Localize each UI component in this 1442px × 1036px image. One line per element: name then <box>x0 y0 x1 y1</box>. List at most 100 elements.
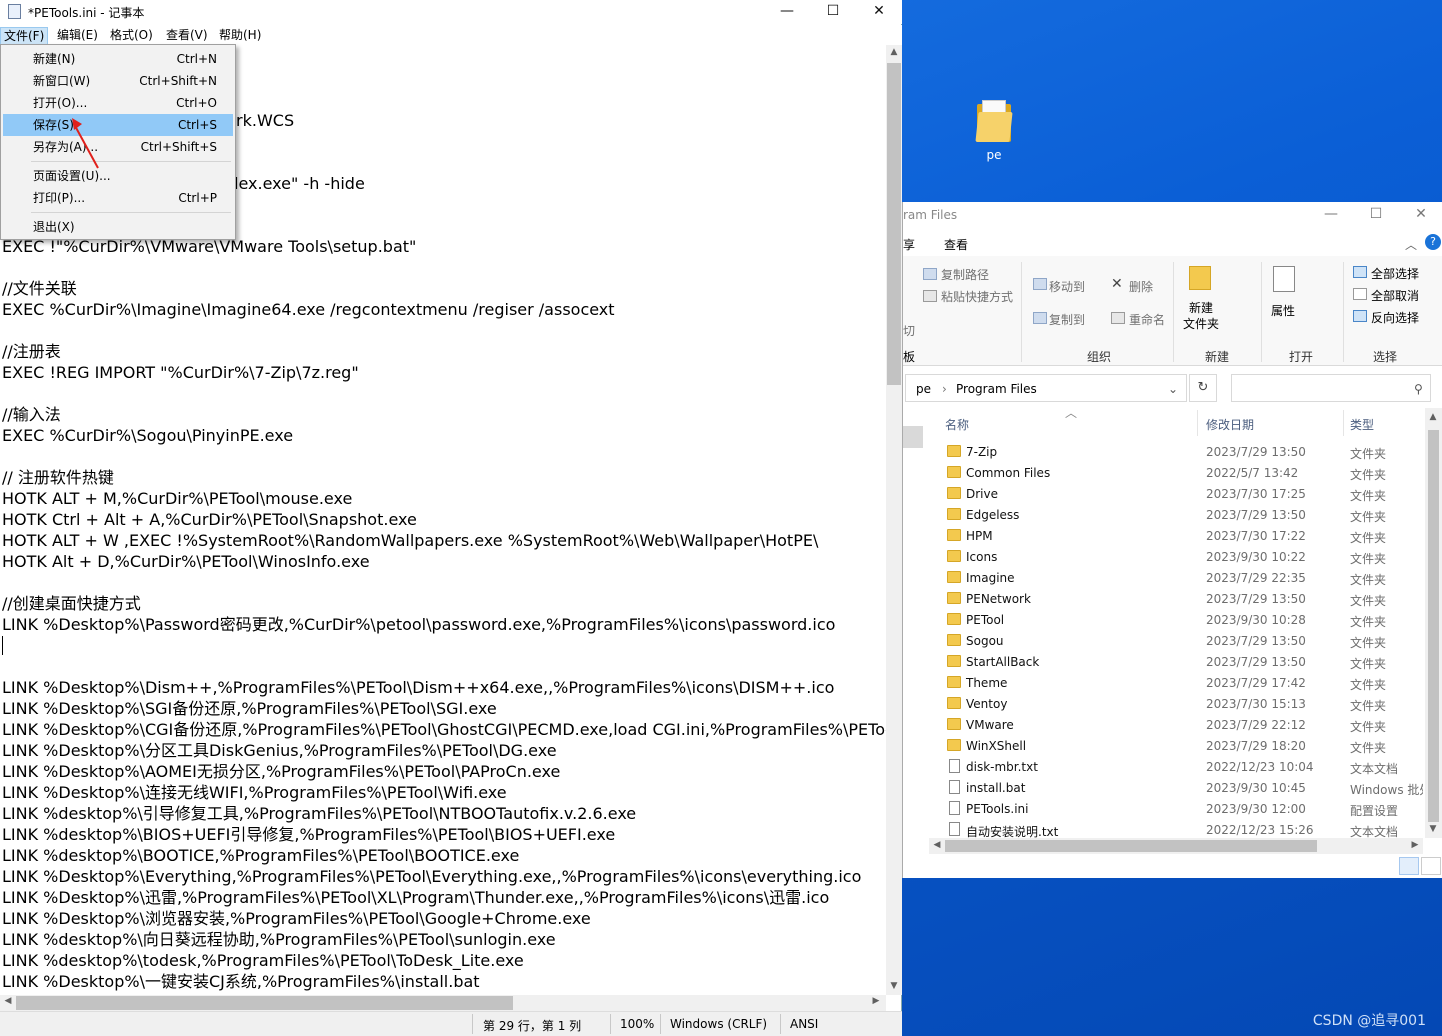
desktop-folder-pe[interactable]: pe <box>966 100 1022 162</box>
scroll-down-icon[interactable]: ▼ <box>886 981 902 991</box>
hscroll-thumb[interactable] <box>945 840 1317 852</box>
menu-view[interactable]: 查看(V) <box>163 27 211 45</box>
cut-button[interactable]: 切 <box>903 322 915 339</box>
file-row[interactable]: WinXShell 2023/7/29 18:20 文件夹 <box>933 736 1423 757</box>
file-row[interactable]: PETool 2023/9/30 10:28 文件夹 <box>933 610 1423 631</box>
file-list-hscrollbar[interactable]: ◀ ▶ <box>929 838 1423 854</box>
menu-file[interactable]: 文件(F) <box>0 27 49 45</box>
paste-shortcut-button[interactable]: 粘贴快捷方式 <box>941 288 1013 305</box>
copy-to-button[interactable]: 复制到 <box>1049 311 1085 328</box>
properties-button[interactable]: 属性 <box>1271 302 1295 319</box>
scroll-thumb[interactable] <box>1428 430 1439 822</box>
large-icons-view-icon[interactable] <box>1421 857 1441 875</box>
file-row[interactable]: disk-mbr.txt 2022/12/23 10:04 文本文档 <box>933 757 1423 778</box>
scroll-down-icon[interactable]: ▼ <box>1425 824 1441 834</box>
vertical-scrollbar[interactable]: ▲ ▼ <box>886 45 902 995</box>
file-row[interactable]: Drive 2023/7/30 17:25 文件夹 <box>933 484 1423 505</box>
menu-item-new[interactable]: 新建(N) Ctrl+N <box>3 48 233 70</box>
file-type: 文本文档 <box>1350 825 1399 838</box>
select-none-button[interactable]: 全部取消 <box>1371 287 1419 304</box>
file-type: Windows 批处 <box>1350 783 1423 797</box>
copy-path-button[interactable]: 复制路径 <box>941 266 989 283</box>
folder-icon <box>947 634 961 646</box>
folder-icon <box>947 445 961 457</box>
menu-edit[interactable]: 编辑(E) <box>54 27 101 45</box>
file-row[interactable]: Icons 2023/9/30 10:22 文件夹 <box>933 547 1423 568</box>
scroll-up-icon[interactable]: ▲ <box>1425 412 1441 422</box>
column-type[interactable]: 类型 <box>1350 416 1374 433</box>
file-row[interactable]: Ventoy 2023/7/30 15:13 文件夹 <box>933 694 1423 715</box>
hscroll-thumb[interactable] <box>16 996 513 1010</box>
file-name: Theme <box>966 676 1008 690</box>
refresh-button[interactable]: ↻ <box>1189 374 1217 402</box>
explorer-maximize-button[interactable]: ☐ <box>1356 206 1396 222</box>
file-name: PETool <box>966 613 1005 627</box>
invert-selection-button[interactable]: 反向选择 <box>1371 309 1419 326</box>
notepad-title-bar[interactable]: *PETools.ini - 记事本 — ☐ ✕ <box>0 0 902 24</box>
menu-item-new-window[interactable]: 新窗口(W) Ctrl+Shift+N <box>3 70 233 92</box>
explorer-title-bar[interactable]: ram Files — ☐ ✕ <box>903 202 1442 230</box>
rename-button[interactable]: 重命名 <box>1129 311 1165 328</box>
help-icon[interactable]: ? <box>1425 234 1441 250</box>
address-input[interactable]: pe › Program Files ⌄ <box>905 374 1187 402</box>
move-to-button[interactable]: 移动到 <box>1049 278 1085 295</box>
explorer-title: ram Files <box>903 208 958 222</box>
column-date[interactable]: 修改日期 <box>1206 416 1254 433</box>
maximize-button[interactable]: ☐ <box>810 0 856 24</box>
new-folder-button[interactable]: 新建 文件夹 <box>1183 300 1219 332</box>
file-row[interactable]: PENetwork 2023/7/29 13:50 文件夹 <box>933 589 1423 610</box>
scroll-up-icon[interactable]: ▲ <box>886 47 902 57</box>
nav-selected-item[interactable] <box>903 426 923 448</box>
minimize-button[interactable]: — <box>764 0 810 24</box>
status-zoom: 100% <box>620 1017 655 1031</box>
status-cursor-position: 第 29 行，第 1 列 <box>483 1019 582 1033</box>
file-row[interactable]: Imagine 2023/7/29 22:35 文件夹 <box>933 568 1423 589</box>
breadcrumb-pe[interactable]: pe <box>916 382 931 396</box>
explorer-close-button[interactable]: ✕ <box>1401 206 1441 222</box>
horizontal-scrollbar[interactable]: ◀ ▶ <box>0 995 886 1011</box>
file-row[interactable]: 自动安装说明.txt 2022/12/23 15:26 文本文档 <box>933 820 1423 838</box>
scroll-right-icon[interactable]: ▶ <box>1407 840 1423 850</box>
scroll-thumb[interactable] <box>887 63 901 385</box>
search-input[interactable]: ⚲ <box>1231 374 1431 402</box>
menu-format[interactable]: 格式(O) <box>107 27 156 45</box>
file-row[interactable]: StartAllBack 2023/7/29 13:50 文件夹 <box>933 652 1423 673</box>
file-row[interactable]: PETools.ini 2023/9/30 12:00 配置设置 <box>933 799 1423 820</box>
column-name[interactable]: 名称 <box>945 416 969 433</box>
close-button[interactable]: ✕ <box>856 0 902 24</box>
file-row[interactable]: Theme 2023/7/29 17:42 文件夹 <box>933 673 1423 694</box>
file-row[interactable]: VMware 2023/7/29 22:12 文件夹 <box>933 715 1423 736</box>
select-all-button[interactable]: 全部选择 <box>1371 265 1419 282</box>
explorer-minimize-button[interactable]: — <box>1311 206 1351 222</box>
file-row[interactable]: Common Files 2022/5/7 13:42 文件夹 <box>933 463 1423 484</box>
tab-view[interactable]: 查看 <box>944 236 968 253</box>
menu-help[interactable]: 帮助(H) <box>216 27 264 45</box>
file-row[interactable]: Edgeless 2023/7/29 13:50 文件夹 <box>933 505 1423 526</box>
file-row[interactable]: install.bat 2023/9/30 10:45 Windows 批处 <box>933 778 1423 799</box>
menu-item-exit[interactable]: 退出(X) <box>3 216 233 238</box>
navigation-pane[interactable] <box>903 408 927 838</box>
file-list-vscrollbar[interactable]: ▲ ▼ <box>1425 408 1442 838</box>
menu-item-save-as[interactable]: 另存为(A)... Ctrl+Shift+S <box>3 136 233 158</box>
delete-button[interactable]: 删除 <box>1129 278 1153 295</box>
details-view-icon[interactable] <box>1399 857 1419 875</box>
menu-item-open[interactable]: 打开(O)... Ctrl+O <box>3 92 233 114</box>
ribbon-panel: 复制路径 粘贴快捷方式 切 板 移动到 复制到 ✕ 删除 重命名 组织 新建 文… <box>903 256 1442 366</box>
address-dropdown-icon[interactable]: ⌄ <box>1168 382 1178 396</box>
tab-share[interactable]: 享 <box>903 236 915 253</box>
file-row[interactable]: Sogou 2023/7/29 13:50 文件夹 <box>933 631 1423 652</box>
file-row[interactable]: HPM 2023/7/30 17:22 文件夹 <box>933 526 1423 547</box>
breadcrumb-program-files[interactable]: Program Files <box>956 382 1037 396</box>
file-row[interactable]: 7-Zip 2023/7/29 13:50 文件夹 <box>933 442 1423 463</box>
menu-item-page-setup[interactable]: 页面设置(U)... <box>3 165 233 187</box>
scroll-left-icon[interactable]: ◀ <box>0 996 16 1006</box>
scroll-left-icon[interactable]: ◀ <box>929 840 945 850</box>
ribbon-collapse-icon[interactable]: ︿ <box>1405 236 1417 253</box>
menu-item-save[interactable]: 保存(S) Ctrl+S <box>3 114 233 136</box>
file-type: 文件夹 <box>1350 468 1387 482</box>
status-bar: 第 29 行，第 1 列 100% Windows (CRLF) ANSI <box>0 1011 902 1036</box>
menu-item-print[interactable]: 打印(P)... Ctrl+P <box>3 187 233 209</box>
file-type: 文件夹 <box>1350 489 1387 503</box>
file-type: 文本文档 <box>1350 762 1399 776</box>
scroll-right-icon[interactable]: ▶ <box>868 996 884 1006</box>
